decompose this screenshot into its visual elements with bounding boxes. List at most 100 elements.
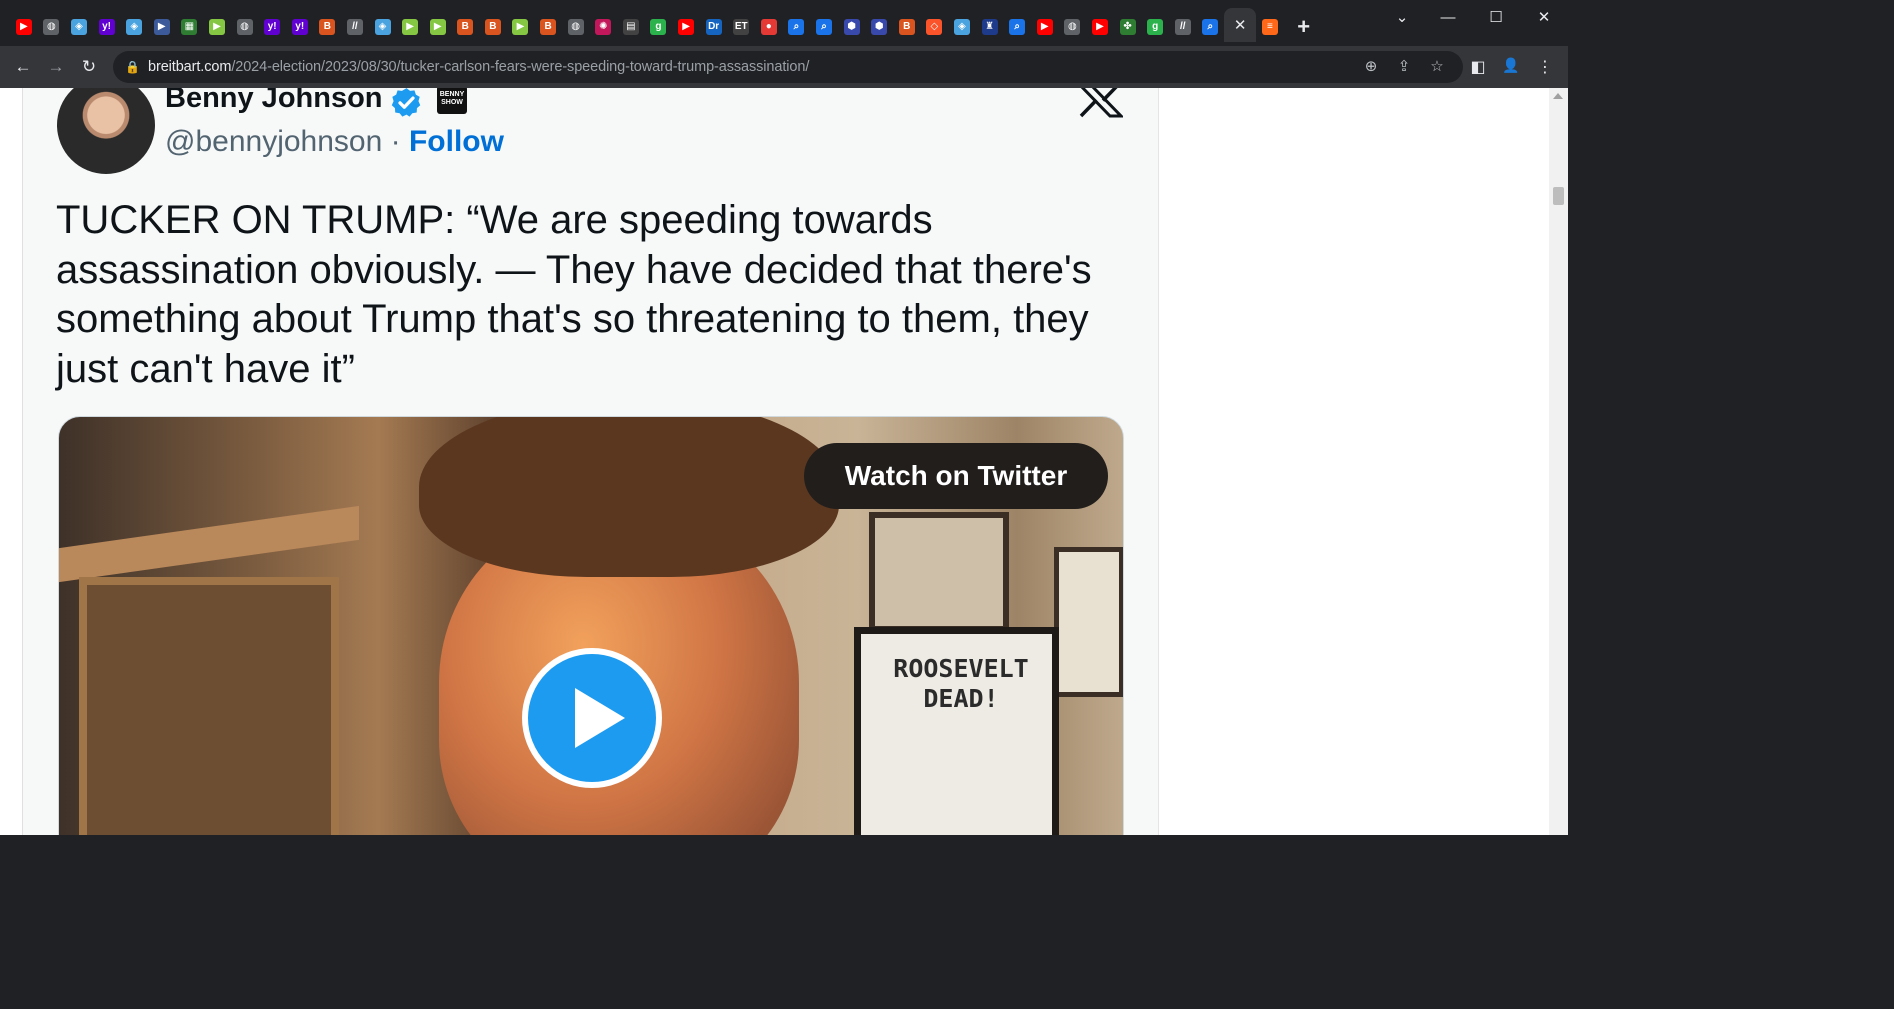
browser-tab[interactable]: B [479, 12, 507, 42]
browser-tab[interactable]: ⌕ [810, 12, 838, 42]
close-window-button[interactable]: ✕ [1520, 0, 1568, 34]
maximize-button[interactable]: ☐ [1472, 0, 1520, 34]
minimize-button[interactable]: — [1424, 0, 1472, 34]
browser-tab[interactable]: ▶ [507, 12, 535, 42]
browser-tab[interactable]: // [1169, 12, 1197, 42]
browser-tab[interactable]: ▶ [396, 12, 424, 42]
browser-tab[interactable]: ♜ [976, 12, 1004, 42]
browser-tab[interactable]: ⌕ [1197, 12, 1225, 42]
browser-tab[interactable]: ◈ [120, 12, 148, 42]
browser-tab[interactable]: Dr [700, 12, 728, 42]
rumble-icon: ▶ [512, 19, 529, 35]
browser-tab[interactable]: ◍ [1059, 12, 1087, 42]
lock-icon[interactable]: 🔒 [125, 60, 140, 74]
scroll-up-arrow-icon[interactable] [1553, 93, 1563, 99]
video-frame-picture [869, 512, 1009, 632]
browser-tab[interactable]: ◍ [231, 12, 259, 42]
browser-tab[interactable]: B [452, 12, 480, 42]
browser-tab[interactable]: ▶ [203, 12, 231, 42]
rumble-icon: ▶ [402, 19, 419, 35]
reload-button[interactable]: ↻ [74, 52, 104, 82]
tab-search-button[interactable]: ⌄ [1378, 0, 1426, 34]
url-text[interactable]: breitbart.com/2024-election/2023/08/30/t… [148, 59, 809, 75]
url-host: breitbart.com [148, 59, 232, 75]
profile-icon[interactable]: 👤 [1500, 57, 1522, 74]
globe-icon: ◍ [236, 19, 253, 35]
browser-tab[interactable]: ⬢ [838, 12, 866, 42]
breitbart-icon: B [457, 19, 474, 35]
menu-icon[interactable]: ⋮ [1534, 57, 1556, 77]
browser-tab[interactable]: ▶ [1031, 12, 1059, 42]
avatar[interactable] [57, 88, 155, 174]
play-button[interactable] [522, 648, 662, 788]
scrollbar-thumb[interactable] [1553, 187, 1564, 205]
cube-icon: ⬢ [843, 19, 860, 35]
author-name[interactable]: Benny Johnson [165, 88, 383, 115]
gettr-icon: g [1147, 19, 1164, 35]
back-button[interactable]: ← [8, 52, 38, 82]
browser-tab[interactable]: ◍ [38, 12, 66, 42]
browser-tab[interactable]: ▶ [148, 12, 176, 42]
close-tab-icon[interactable]: ✕ [1234, 16, 1247, 34]
close-icon: ✕ [1537, 9, 1551, 26]
browser-tab[interactable]: ◈ [65, 12, 93, 42]
browser-tab[interactable]: g [1141, 12, 1169, 42]
browser-tab[interactable]: B [893, 12, 921, 42]
rumble-icon: ▶ [429, 19, 446, 35]
browser-tab[interactable]: y! [258, 12, 286, 42]
x-logo-icon[interactable] [1077, 88, 1123, 118]
browser-tab[interactable]: B [314, 12, 342, 42]
active-tab[interactable]: ✕ [1224, 8, 1257, 42]
side-panel-icon[interactable]: ◧ [1467, 57, 1489, 77]
browser-tab[interactable]: ✺ [589, 12, 617, 42]
burst-icon: ✺ [595, 19, 612, 35]
zoom-icon[interactable]: ⊕ [1361, 57, 1381, 75]
browser-tab[interactable]: ⌕ [783, 12, 811, 42]
address-bar[interactable]: 🔒 breitbart.com/2024-election/2023/08/30… [113, 51, 1463, 83]
video-frame-picture [1054, 547, 1123, 697]
new-tab-button[interactable]: + [1284, 12, 1324, 42]
mic-icon: ● [760, 19, 777, 35]
browser-tab[interactable]: ET [727, 12, 755, 42]
watch-on-twitter-button[interactable]: Watch on Twitter [804, 443, 1108, 509]
browser-tab[interactable]: ◈ [948, 12, 976, 42]
forward-button[interactable]: → [41, 52, 71, 82]
play-icon [575, 688, 625, 748]
share-icon[interactable]: ⇪ [1394, 57, 1414, 75]
web-page: Benny Johnson BENNY SHOW @bennyjohnson ·… [0, 88, 1568, 835]
bookmark-star-icon[interactable]: ☆ [1427, 57, 1447, 75]
browser-tab[interactable]: // [341, 12, 369, 42]
breitbart-icon: B [540, 19, 557, 35]
browser-tab[interactable]: y! [93, 12, 121, 42]
browser-tab[interactable]: ≡ [1256, 12, 1284, 42]
browser-tab[interactable]: ⌕ [1003, 12, 1031, 42]
browser-tab[interactable]: ● [755, 12, 783, 42]
follow-link[interactable]: Follow [409, 125, 504, 158]
browser-tab[interactable]: g [645, 12, 673, 42]
yahoo-icon: y! [291, 19, 308, 35]
browser-tab[interactable]: ▦ [176, 12, 204, 42]
browser-tab[interactable]: B [534, 12, 562, 42]
tweet-video[interactable]: ROOSEVELT DEAD! Watch on Twitter [58, 416, 1124, 835]
browser-tab[interactable]: ▶ [1086, 12, 1114, 42]
browser-tab[interactable]: ▶ [672, 12, 700, 42]
video-poster: ROOSEVELT DEAD! [854, 627, 1059, 835]
browser-tab[interactable]: ▶ [424, 12, 452, 42]
page-scrollbar[interactable] [1549, 88, 1568, 835]
globe-icon: ◍ [567, 19, 584, 35]
browser-tab[interactable]: ▤ [617, 12, 645, 42]
browser-tab[interactable]: ◍ [562, 12, 590, 42]
shield-icon: ◈ [374, 19, 391, 35]
embedded-tweet: Benny Johnson BENNY SHOW @bennyjohnson ·… [23, 88, 1159, 835]
youtube-icon: ▶ [1036, 19, 1053, 35]
arrow-left-icon: ← [14, 57, 32, 76]
author-handle[interactable]: @bennyjohnson [165, 125, 382, 158]
rumble-icon: ▶ [208, 19, 225, 35]
video-shelf [59, 505, 359, 583]
browser-tab[interactable]: ▶ [10, 12, 38, 42]
browser-tab[interactable]: y! [286, 12, 314, 42]
browser-tab[interactable]: ◈ [369, 12, 397, 42]
browser-tab[interactable]: ◇ [921, 12, 949, 42]
browser-tab[interactable]: ✤ [1114, 12, 1142, 42]
browser-tab[interactable]: ⬢ [865, 12, 893, 42]
